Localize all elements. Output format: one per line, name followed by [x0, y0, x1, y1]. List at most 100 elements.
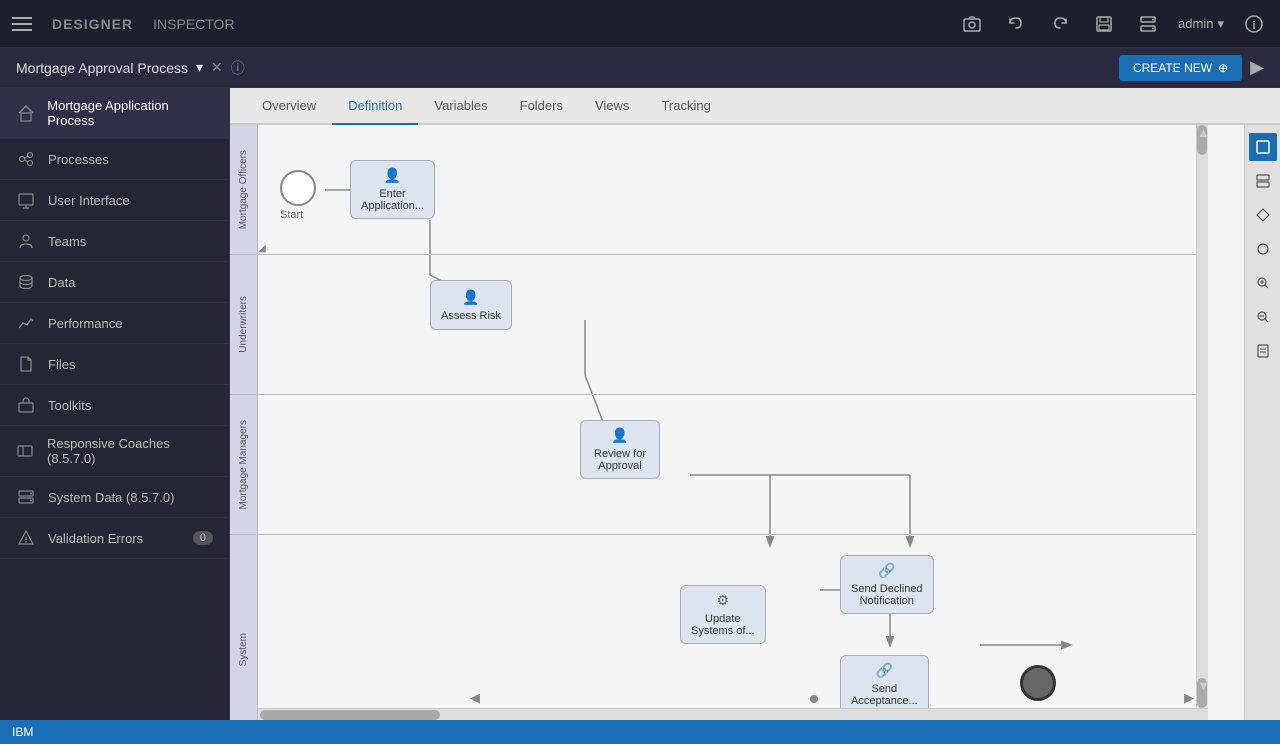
horizontal-scrollbar[interactable] [258, 708, 1208, 720]
layout-tool[interactable] [1249, 167, 1277, 195]
data-icon [16, 272, 36, 292]
redo-icon[interactable] [1046, 10, 1074, 38]
system-data-icon [16, 487, 36, 507]
swimlane-label-mortgage-managers: Mortgage Managers [230, 395, 258, 534]
select-tool[interactable] [1249, 133, 1277, 161]
sidebar-item-label: Processes [48, 152, 109, 167]
diagram-nav-right[interactable]: ▶ [1184, 690, 1194, 706]
start-node[interactable]: Start [280, 170, 316, 221]
process-info-icon[interactable]: ⓘ [231, 58, 245, 78]
process-name: Mortgage Approval Process [16, 60, 188, 76]
swimlane-label-system: System [230, 535, 258, 720]
swimlane-underwriters: Underwriters 👤 Assess Risk [230, 255, 1208, 395]
app-title: DESIGNER [52, 16, 133, 32]
content-area: Overview Definition Variables Folders Vi… [230, 88, 1280, 720]
user-interface-icon [16, 190, 36, 210]
sidebar-item-toolkits[interactable]: Toolkits [0, 385, 229, 426]
zoom-out-tool[interactable] [1249, 303, 1277, 331]
sidebar: Mortgage Application Process Processes U… [0, 88, 230, 720]
end-node[interactable] [1020, 665, 1056, 701]
sidebar-item-user-interface[interactable]: User Interface [0, 180, 229, 221]
tab-folders[interactable]: Folders [504, 88, 579, 125]
sidebar-item-label: System Data (8.5.7.0) [48, 490, 174, 505]
sidebar-item-teams[interactable]: Teams [0, 221, 229, 262]
vertical-scroll-bottom-arrow[interactable]: ▼ [1197, 678, 1207, 708]
sidebar-item-responsive-coaches[interactable]: Responsive Coaches (8.5.7.0) [0, 426, 229, 477]
send-declined-node[interactable]: 🔗 Send DeclinedNotification [840, 555, 934, 614]
performance-icon [16, 313, 36, 333]
swimlane-label-underwriters: Underwriters [230, 255, 258, 394]
canvas-wrapper: Mortgage Officers Start 👤 EnterApplicati… [230, 125, 1280, 720]
update-systems-node[interactable]: ⚙ UpdateSystems of... [680, 585, 766, 644]
help-icon[interactable]: i [1240, 10, 1268, 38]
svg-text:i: i [1252, 20, 1255, 32]
circle-tool[interactable] [1249, 235, 1277, 263]
tab-bar: Overview Definition Variables Folders Vi… [230, 88, 1280, 125]
process-bar: Mortgage Approval Process ▾ ✕ ⓘ CREATE N… [0, 48, 1280, 88]
swimlane-mortgage-managers: Mortgage Managers 👤 Review forApproval [230, 395, 1208, 535]
camera-icon[interactable] [958, 10, 986, 38]
sidebar-item-label: Teams [48, 234, 86, 249]
save-icon[interactable] [1090, 10, 1118, 38]
create-new-button[interactable]: CREATE NEW ⊕ [1119, 55, 1242, 81]
vertical-scroll-top-arrow[interactable]: ▲ [1197, 125, 1207, 155]
diagram-nav-left[interactable]: ◀ [470, 690, 480, 706]
admin-chevron-icon: ▾ [1217, 16, 1224, 32]
tab-variables[interactable]: Variables [418, 88, 503, 125]
diagram-canvas[interactable]: Mortgage Officers Start 👤 EnterApplicati… [230, 125, 1244, 720]
sidebar-item-data[interactable]: Data [0, 262, 229, 303]
page-tool[interactable] [1249, 337, 1277, 365]
undo-icon[interactable] [1002, 10, 1030, 38]
sidebar-item-mortgage-app[interactable]: Mortgage Application Process [0, 88, 229, 139]
sidebar-item-processes[interactable]: Processes [0, 139, 229, 180]
tab-views[interactable]: Views [579, 88, 645, 125]
right-toolbar [1244, 125, 1280, 720]
toolkits-icon [16, 395, 36, 415]
mortgage-app-icon [16, 103, 35, 123]
top-bar-left: DESIGNER INSPECTOR [12, 16, 958, 32]
process-dropdown-icon[interactable]: ▾ [196, 59, 203, 76]
swimlane-system: System ⚙ UpdateSystems of... 🔗 Send De [230, 535, 1208, 720]
processes-icon [16, 149, 36, 169]
sidebar-item-system-data[interactable]: System Data (8.5.7.0) [0, 477, 229, 518]
sidebar-item-files[interactable]: Files [0, 344, 229, 385]
horizontal-scroll-thumb[interactable] [260, 710, 440, 720]
swimlane-mortgage-officers: Mortgage Officers Start 👤 EnterApplicati… [230, 125, 1208, 255]
sidebar-item-label: Responsive Coaches (8.5.7.0) [47, 436, 213, 466]
review-approval-node[interactable]: 👤 Review forApproval [580, 420, 660, 479]
swimlane-resize-handle[interactable]: ◢ [258, 243, 266, 254]
create-new-plus-icon: ⊕ [1218, 61, 1228, 75]
enter-application-node[interactable]: 👤 EnterApplication... [350, 160, 435, 219]
sidebar-item-performance[interactable]: Performance [0, 303, 229, 344]
process-title: Mortgage Approval Process ▾ ✕ ⓘ [16, 58, 245, 78]
sidebar-item-label: Files [48, 357, 75, 372]
files-icon [16, 354, 36, 374]
process-close-icon[interactable]: ✕ [211, 59, 223, 76]
server-icon[interactable] [1134, 10, 1162, 38]
process-controls: CREATE NEW ⊕ ▶ [1119, 55, 1264, 81]
sidebar-item-label: Toolkits [48, 398, 91, 413]
inspector-title[interactable]: INSPECTOR [153, 16, 234, 32]
sidebar-item-label: Data [48, 275, 75, 290]
tab-tracking[interactable]: Tracking [645, 88, 726, 125]
sidebar-item-validation-errors[interactable]: Validation Errors 0 [0, 518, 229, 559]
sidebar-item-label: Mortgage Application Process [47, 98, 213, 128]
top-bar: DESIGNER INSPECTOR admin ▾ i [0, 0, 1280, 48]
create-new-label: CREATE NEW [1133, 61, 1212, 75]
swimlane-label-mortgage-officers: Mortgage Officers [230, 125, 258, 254]
diagram-scroll-indicator [810, 691, 818, 706]
zoom-in-tool[interactable] [1249, 269, 1277, 297]
diamond-tool[interactable] [1249, 201, 1277, 229]
assess-risk-node[interactable]: 👤 Assess Risk [430, 280, 512, 330]
admin-button[interactable]: admin ▾ [1178, 16, 1224, 32]
validation-errors-icon [16, 528, 36, 548]
tab-overview[interactable]: Overview [246, 88, 332, 125]
hamburger-menu[interactable] [12, 17, 32, 31]
play-button[interactable]: ▶ [1250, 57, 1264, 78]
sidebar-item-label: User Interface [48, 193, 130, 208]
send-acceptance-node[interactable]: 🔗 SendAcceptance... [840, 655, 929, 714]
vertical-scrollbar[interactable]: ▲ ▼ [1196, 125, 1208, 708]
main-layout: Mortgage Application Process Processes U… [0, 88, 1280, 720]
bottom-bar: IBM [0, 720, 1280, 744]
tab-definition[interactable]: Definition [332, 88, 418, 125]
